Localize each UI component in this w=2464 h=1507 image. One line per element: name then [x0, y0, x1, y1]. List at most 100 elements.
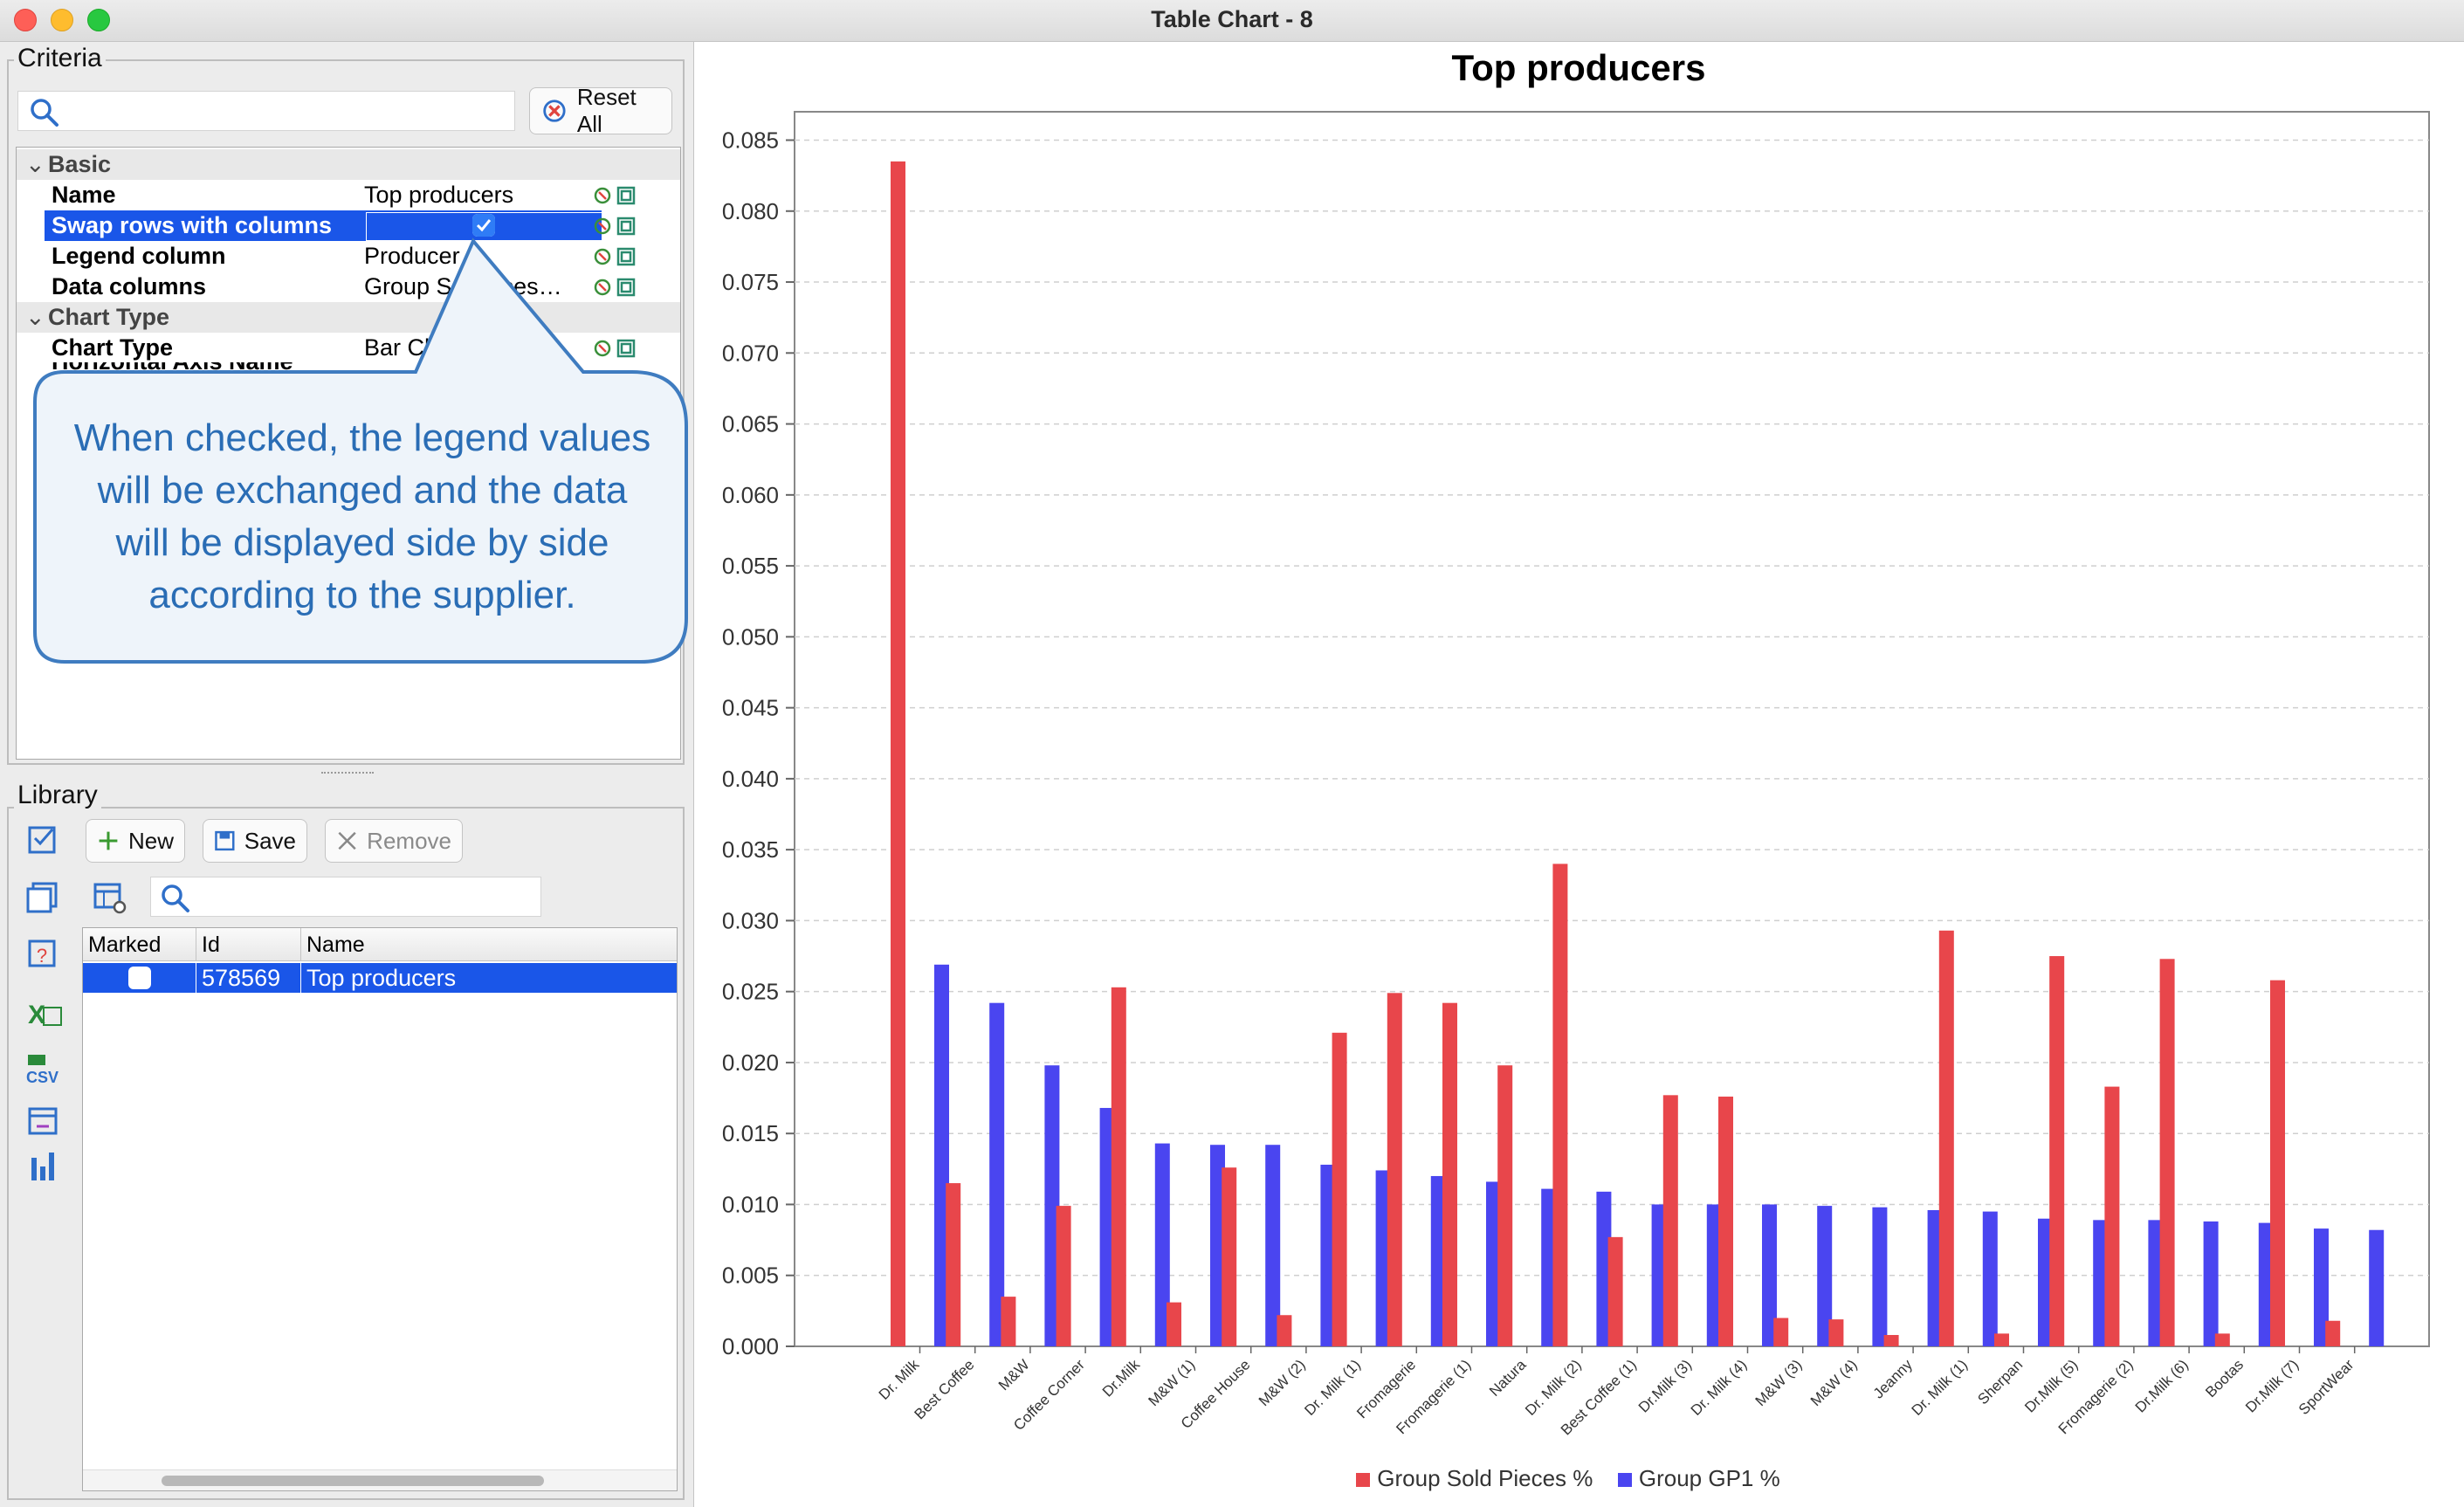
x-tick-label: Bootas	[2202, 1356, 2247, 1400]
property-row-name[interactable]: Name Top producers	[17, 180, 680, 210]
bar-sold-pieces	[2325, 1320, 2341, 1346]
splitter-handle[interactable]	[321, 772, 374, 775]
legend-item-gp1: Group GP1 %	[1617, 1465, 1780, 1491]
x-tick-label: M&W	[995, 1356, 1033, 1393]
legend-label: Group GP1 %	[1638, 1465, 1780, 1491]
x-tick-label: SportWear	[2295, 1356, 2357, 1418]
table-settings-icon[interactable]	[93, 880, 127, 915]
csv-export-icon: CSV	[26, 1055, 59, 1086]
x-tick-label: M&W (3)	[1752, 1356, 1806, 1409]
x-tick-label: M&W (4)	[1807, 1356, 1861, 1409]
help-icon: ?	[28, 939, 56, 967]
remove-label: Remove	[367, 827, 451, 854]
y-tick-label: 0.045	[722, 695, 779, 721]
reset-icon	[543, 100, 566, 122]
save-button[interactable]: Save	[203, 819, 307, 863]
search-icon	[31, 99, 59, 127]
bar-sold-pieces	[1994, 1333, 2009, 1346]
legend-swatch-blue	[1617, 1473, 1632, 1488]
bar-sold-pieces	[1773, 1318, 1789, 1346]
y-tick-label: 0.065	[722, 411, 779, 437]
x-tick-label: Jeanny	[1870, 1356, 1917, 1402]
legend-item-sold: Group Sold Pieces %	[1356, 1465, 1593, 1491]
x-tick-label: Dr. Milk (1)	[1909, 1356, 1972, 1419]
y-tick-label: 0.080	[722, 198, 779, 224]
chevron-down-icon: ⌄	[25, 151, 45, 177]
reset-all-button[interactable]: Reset All	[529, 84, 672, 137]
y-tick-label: 0.000	[722, 1333, 779, 1359]
library-table: Marked Id Name 578569 Top producers	[82, 927, 678, 1491]
x-tick-label: Natura	[1486, 1356, 1530, 1400]
library-toolstrip: ? X CSV	[26, 826, 62, 1180]
callout-text: When checked, the legend values will be …	[73, 416, 651, 616]
column-header-marked[interactable]: Marked	[83, 928, 196, 961]
y-tick-label: 0.005	[722, 1263, 779, 1289]
table-transpose-icon	[28, 1107, 58, 1135]
x-tick-label: Dr.Milk	[1099, 1356, 1144, 1400]
bar-chart: 0.000 0.005 0.010 0.015 0.020 0.025 0.030 0.035…	[722, 111, 2430, 1438]
bar-sold-pieces	[891, 161, 905, 1347]
criteria-search-input[interactable]	[17, 91, 515, 131]
bar-gp1	[2369, 1229, 2385, 1346]
bar-sold-pieces	[1718, 1096, 1733, 1346]
reset-all-label: Reset All	[576, 84, 637, 137]
y-tick-label: 0.020	[722, 1049, 779, 1076]
bar-gp1	[2203, 1221, 2219, 1346]
category-basic-label: Basic	[48, 151, 112, 177]
bar-sold-pieces	[1497, 1065, 1513, 1346]
new-label: New	[127, 827, 174, 854]
x-tick-label: Sherpan	[1974, 1356, 2026, 1407]
x-tick-label: M&W (1)	[1145, 1356, 1198, 1409]
bar-sold-pieces	[1883, 1334, 1899, 1346]
bar-sold-pieces	[1222, 1167, 1237, 1346]
x-tick-label: Dr.Milk (6)	[2132, 1356, 2192, 1415]
bar-chart-icon	[31, 1153, 54, 1180]
bar-sold-pieces	[1001, 1297, 1016, 1346]
copy-icon	[26, 882, 58, 913]
chart-legend: Group Sold Pieces % Group GP1 %	[693, 1465, 2464, 1492]
marked-checkbox[interactable]	[128, 967, 151, 989]
bar-sold-pieces	[1167, 1302, 1181, 1346]
y-tick-label: 0.085	[722, 127, 779, 154]
y-tick-label: 0.010	[722, 1191, 779, 1217]
bar-sold-pieces	[1607, 1236, 1623, 1346]
y-tick-label: 0.075	[722, 269, 779, 295]
bar-gp1	[1982, 1211, 1998, 1346]
bar-sold-pieces	[1938, 930, 1954, 1346]
bar-sold-pieces	[2159, 959, 2175, 1346]
y-tick-label: 0.055	[722, 553, 779, 579]
horizontal-scrollbar[interactable]	[83, 1469, 677, 1490]
y-tick-label: 0.035	[722, 836, 779, 863]
plus-icon	[99, 831, 118, 850]
category-basic[interactable]: ⌄ Basic	[17, 149, 680, 180]
new-button[interactable]: New	[86, 819, 185, 863]
bar-sold-pieces	[1828, 1319, 1844, 1346]
mark-icon	[28, 826, 56, 854]
svg-text:CSV: CSV	[26, 1069, 59, 1086]
bar-sold-pieces	[1111, 987, 1126, 1346]
library-title: Library	[14, 781, 101, 810]
remove-button[interactable]: Remove	[325, 819, 463, 863]
library-search-input[interactable]	[150, 877, 541, 917]
property-value[interactable]: Top producers	[364, 180, 513, 210]
bar-sold-pieces	[1056, 1206, 1071, 1346]
cell-id: 578569	[196, 963, 301, 993]
scrollbar-thumb[interactable]	[162, 1476, 544, 1486]
remove-icon	[338, 831, 356, 850]
bar-sold-pieces	[1552, 864, 1568, 1346]
search-icon	[162, 884, 189, 912]
window-title: Table Chart - 8	[1151, 6, 1313, 32]
save-label: Save	[244, 827, 296, 854]
bar-sold-pieces	[2049, 956, 2065, 1346]
y-tick-label: 0.040	[722, 766, 779, 792]
criteria-title: Criteria	[14, 44, 106, 73]
column-header-id[interactable]: Id	[196, 928, 301, 961]
cell-marked	[83, 963, 196, 993]
excel-export-icon: X	[28, 1001, 62, 1029]
y-tick-label: 0.030	[722, 907, 779, 933]
x-tick-label: Dr.Milk (3)	[1635, 1356, 1695, 1415]
y-tick-label: 0.050	[722, 623, 779, 650]
column-header-name[interactable]: Name	[301, 928, 677, 961]
table-row[interactable]: 578569 Top producers	[83, 963, 677, 993]
save-icon	[215, 830, 235, 851]
